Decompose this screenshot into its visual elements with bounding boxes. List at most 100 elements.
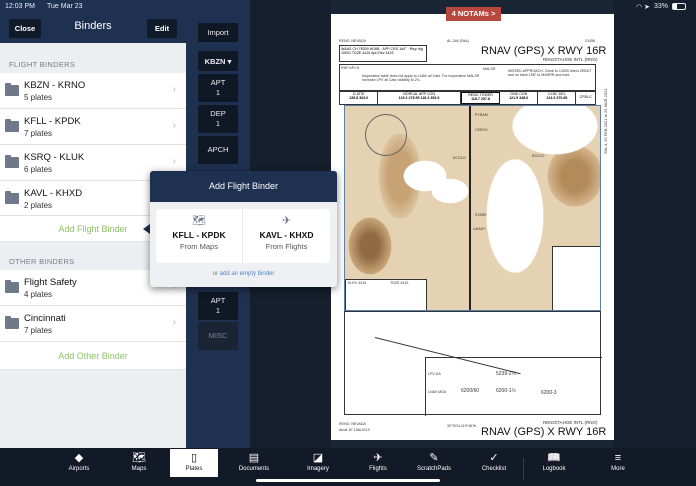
option-source: From Maps (180, 242, 218, 251)
option-route: KFLL - KPDK (172, 230, 226, 240)
binder-name: KFLL - KPDK (24, 116, 81, 127)
checklist-icon: ✓ (489, 452, 499, 464)
chevron-right-icon: › (172, 317, 176, 328)
plate-title: RNAV (GPS) X RWY 16R (481, 45, 607, 57)
add-other-binder-button[interactable]: Add Other Binder (0, 342, 186, 370)
option-route: KAVL - KHXD (259, 230, 314, 240)
chevron-right-icon: › (172, 156, 176, 167)
binder-count: 7 plates (24, 129, 53, 138)
documents-icon: ▤ (248, 452, 260, 464)
category-apt-2[interactable]: APT 1 (198, 292, 238, 320)
tab-documents[interactable]: ▤ Documents (230, 449, 278, 477)
binder-count: 2 plates (24, 201, 53, 210)
tab-scratchpads[interactable]: ✎ ScratchPads (410, 449, 458, 477)
tab-label: Maps (131, 466, 147, 472)
from-maps-option[interactable]: 🗺 KFLL - KPDK From Maps (156, 209, 243, 263)
binder-name: KSRQ - KLUK (24, 152, 85, 163)
binder-count: 5 plates (24, 93, 53, 102)
map-icon: 🗺 (192, 215, 206, 227)
minimums-table: LPV DA 5239-2¼ LNAV MDA 6200/60 6200-1½ … (425, 357, 602, 416)
airplane-departure-icon: ✈ (281, 215, 292, 227)
folder-icon (5, 83, 19, 96)
fix-label: UDADY (473, 227, 486, 231)
plate-validity: SW-4, 25 FEB 2021 to 25 MAR 2021 (603, 88, 608, 154)
popover-arrow (143, 224, 150, 234)
plan-view-map[interactable]: PYRAM CEROX ECOLO ROXJO STARE UDADY ZEXU… (344, 105, 601, 311)
fix-label: ROXJO (532, 154, 545, 158)
tab-label: Plates (185, 466, 203, 472)
edit-button[interactable]: Edit (147, 19, 177, 38)
tab-label: Logbook (542, 466, 566, 472)
category-apt[interactable]: APT 1 (198, 74, 238, 102)
popover-footer: or add an empty binder (150, 271, 337, 277)
battery-icon (672, 3, 686, 10)
category-count: 1 (215, 306, 221, 315)
category-misc[interactable]: MISC (198, 322, 238, 350)
category-label: APCH (207, 145, 229, 154)
imagery-icon: ◪ (312, 452, 324, 464)
binder-name: KBZN - KRNO (24, 80, 86, 91)
folder-icon (5, 155, 19, 168)
tab-plates[interactable]: ▯ Plates (170, 449, 218, 477)
tab-flights[interactable]: ✈ Flights (354, 449, 402, 477)
airport-code: KBZN (204, 57, 226, 66)
add-empty-binder-link[interactable]: add an empty binder (220, 271, 275, 277)
waas-box: WAAS CH 78309 W16B · APP CRS 164° · Rwy … (339, 45, 427, 62)
more-icon: ≡ (614, 452, 622, 464)
category-dep[interactable]: DEP 1 (198, 105, 238, 133)
tab-divider (523, 458, 524, 480)
plates-icon: ▯ (190, 452, 198, 464)
folder-icon (5, 119, 19, 132)
folder-icon (5, 316, 19, 329)
binder-row[interactable]: Cincinnati 7 plates › (0, 306, 186, 342)
tab-label: Documents (238, 466, 270, 472)
tab-imagery[interactable]: ◪ Imagery (294, 449, 342, 477)
home-indicator (256, 479, 440, 482)
tab-label: More (611, 466, 625, 472)
airport-sketch: ELEV 4415 TDZE 4415 (345, 279, 427, 310)
tab-label: Flights (369, 466, 387, 472)
import-button[interactable]: Import (198, 23, 238, 42)
add-flight-binder-popover: Add Flight Binder 🗺 KFLL - KPDK From Map… (150, 171, 337, 287)
popover-title: Add Flight Binder (150, 171, 337, 202)
airports-icon: ◆ (74, 452, 84, 464)
wifi-icon: ◠ ➤ (636, 4, 650, 11)
fix-label: CEROX (475, 128, 488, 132)
category-label: APT (210, 296, 226, 305)
airport-selector[interactable]: KBZN ▾ (198, 51, 238, 71)
profile-and-minimums: LPV DA 5239-2¼ LNAV MDA 6200/60 6200-1½ … (344, 311, 602, 416)
other-binders-header: OTHER BINDERS (9, 257, 75, 266)
binder-row[interactable]: KFLL - KPDK 7 plates › (0, 109, 186, 145)
plate-location-footer: RENO, NEVADA (339, 422, 366, 426)
folder-icon (5, 191, 19, 204)
binder-count: 7 plates (24, 326, 53, 335)
tab-checklist[interactable]: ✓ Checklist (470, 449, 518, 477)
logbook-icon: 📖 (547, 452, 561, 464)
tab-airports[interactable]: ◆ Airports (55, 449, 103, 477)
chevron-right-icon: › (172, 84, 176, 95)
tab-logbook[interactable]: 📖 Logbook (530, 449, 578, 477)
flight-binders-header: FLIGHT BINDERS (9, 60, 76, 69)
missed-approach-box (552, 246, 600, 310)
from-flights-option[interactable]: ✈ KAVL - KHXD From Flights (243, 209, 330, 263)
maps-icon: 🗺 (132, 452, 146, 464)
binder-row[interactable]: KBZN - KRNO 5 plates › (0, 73, 186, 109)
category-label: MISC (208, 331, 228, 340)
plate-location: RENO, NEVADA (339, 39, 366, 43)
binder-count: 4 plates (24, 290, 53, 299)
plate-airport: RENO/TAHOE INTL (RNO) (543, 57, 598, 62)
tab-more[interactable]: ≡ More (594, 449, 642, 477)
category-label: APT (210, 78, 226, 87)
status-date: Tue Mar 23 (47, 3, 83, 10)
tab-label: ScratchPads (416, 466, 452, 472)
flights-icon: ✈ (373, 452, 383, 464)
binder-count: 6 plates (24, 165, 53, 174)
status-bar: 12:03 PM Tue Mar 23 ◠ ➤ 33% (0, 0, 696, 14)
binder-name: KAVL - KHXD (24, 188, 83, 199)
category-count: 1 (215, 88, 221, 97)
tab-maps[interactable]: 🗺 Maps (115, 449, 163, 477)
option-source: From Flights (265, 242, 308, 251)
plate-title-footer: RNAV (GPS) X RWY 16R (481, 426, 607, 438)
category-apch[interactable]: APCH (198, 136, 238, 164)
frequency-strip: D-ATIS 135.8 363.0 NORCAL APP CON 119.2 27… (339, 91, 596, 105)
